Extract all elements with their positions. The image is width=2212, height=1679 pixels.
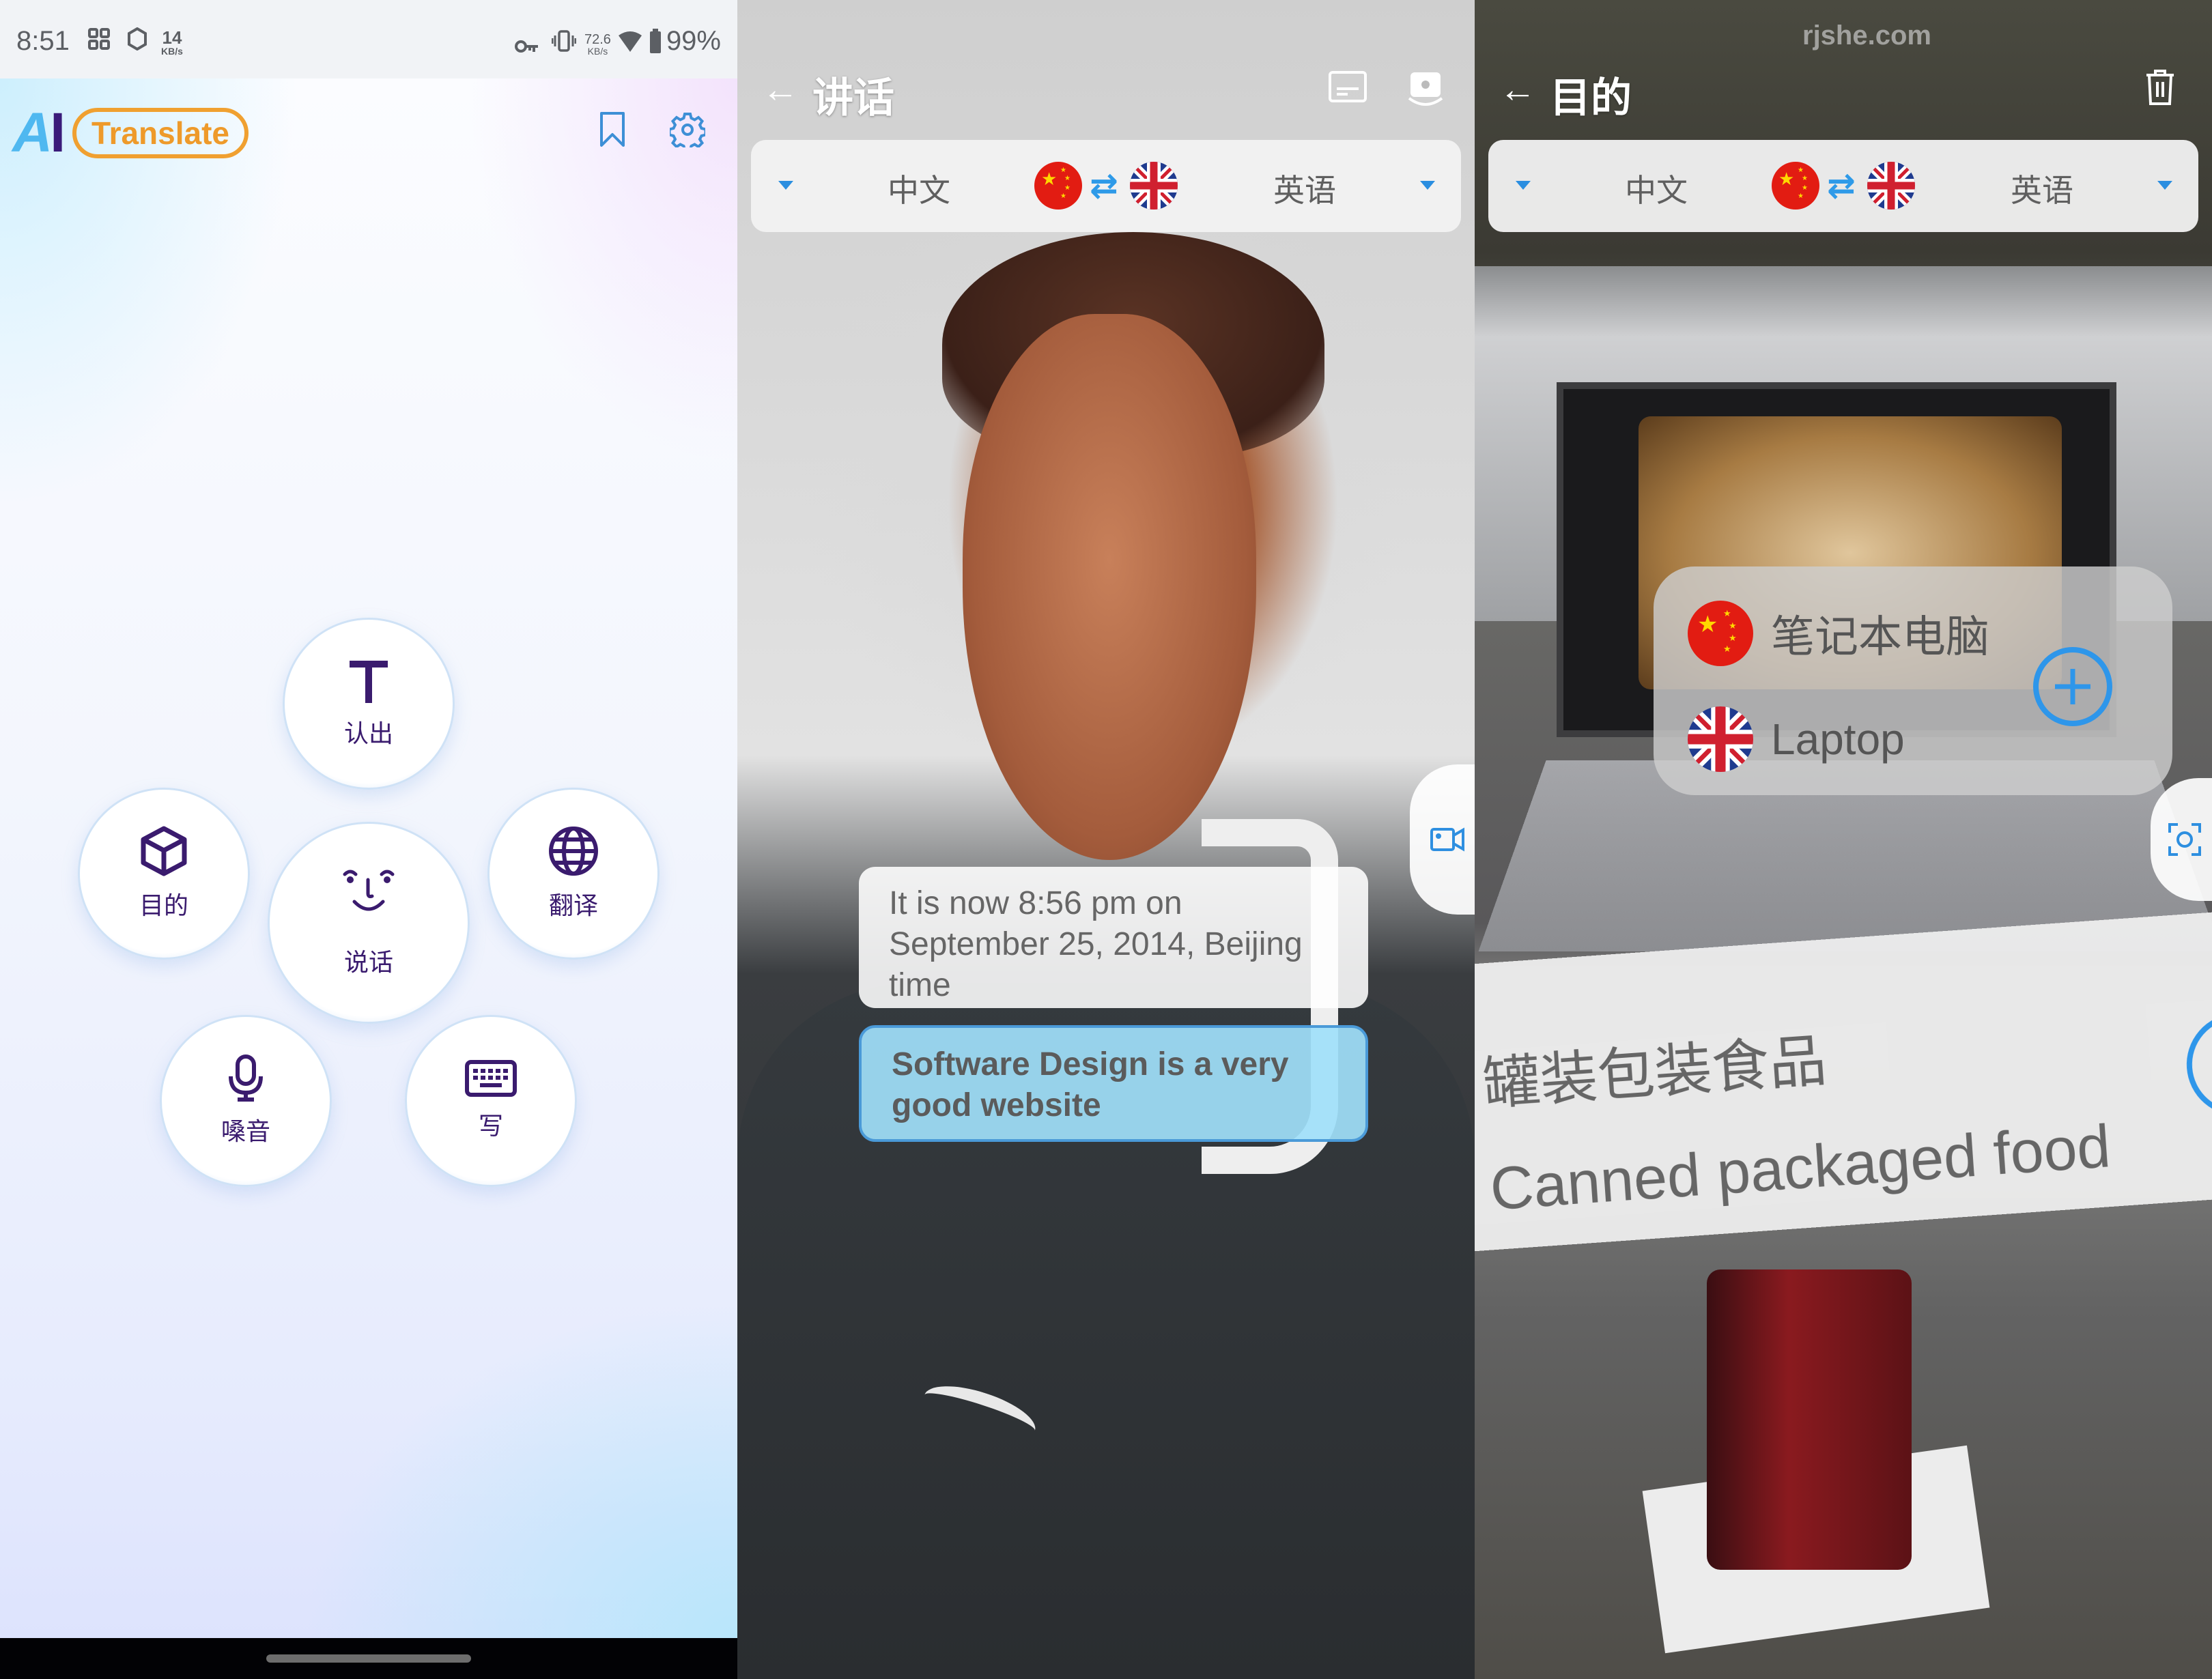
- home-gesture-handle[interactable]: [266, 1654, 471, 1663]
- language-selector-bar: 中文 ★ ★ ★ ★ ★ ⇄ 英语: [751, 140, 1461, 232]
- battery-icon: [650, 29, 661, 59]
- trash-icon: [2146, 70, 2174, 105]
- feature-label: 认出: [343, 719, 393, 747]
- subtitles-icon: [1329, 71, 1367, 102]
- detection-target-row: Laptop: [1688, 706, 1905, 772]
- keyboard-icon: [465, 1060, 517, 1097]
- talk-screen: ← 讲话 中文 ★ ★ ★ ★ ★ ⇄ 英语 It is now 8:56 pm…: [737, 0, 1475, 1679]
- china-flag-icon: ★ ★ ★ ★ ★: [1772, 162, 1819, 210]
- feature-object-button[interactable]: 目的: [78, 788, 250, 960]
- watermark: rjshe.com: [1802, 20, 1931, 51]
- net-speed-value: 72.6: [584, 32, 611, 47]
- app-logo: AI Translate: [12, 99, 249, 167]
- microphone-icon: [229, 1054, 263, 1102]
- vpn-shield-icon: [127, 27, 147, 57]
- feature-talk-button[interactable]: 说话: [268, 822, 470, 1024]
- net-speed-value: 14: [162, 27, 182, 48]
- plus-icon: [2055, 669, 2090, 704]
- logo-translate-pill: Translate: [72, 108, 249, 158]
- detection-card-canned-food: 罐装包装食品 Canned packaged food: [1475, 909, 2212, 1252]
- status-time: 8:51: [16, 26, 70, 56]
- switch-camera-icon: [1408, 72, 1443, 106]
- settings-button[interactable]: [664, 106, 711, 154]
- net-speed-unit: KB/s: [161, 46, 183, 57]
- cube-icon: [141, 826, 187, 876]
- detection-target-text: Canned packaged food: [1488, 1112, 2113, 1223]
- feature-label: 写: [478, 1112, 503, 1140]
- page-title: 讲话: [812, 75, 894, 121]
- target-language[interactable]: 英语: [2011, 166, 2073, 211]
- china-flag-icon: ★ ★ ★ ★ ★: [1688, 601, 1753, 666]
- plus-icon: [2209, 1035, 2212, 1093]
- detection-source-row: ★ ★ ★ ★ ★ 笔记本电脑: [1688, 601, 1989, 666]
- status-bar: 8:51 14 KB/s 72.6 KB/s 99%: [0, 0, 737, 78]
- source-language[interactable]: 中文: [1625, 166, 1688, 211]
- delete-button[interactable]: [2144, 68, 2187, 112]
- feature-label: 目的: [139, 891, 188, 919]
- feature-label: 说话: [343, 948, 393, 976]
- network-speed-left: 14 KB/s: [161, 29, 183, 56]
- net-speed-unit: KB/s: [587, 46, 608, 57]
- uk-flag-icon: [1130, 162, 1178, 210]
- bookmark-button[interactable]: [589, 106, 636, 154]
- translated-speech-bubble: Software Design is a very good website: [859, 1025, 1368, 1142]
- add-canned-food-button[interactable]: [2183, 1009, 2212, 1119]
- source-lang-dropdown-icon[interactable]: [778, 181, 793, 190]
- source-lang-dropdown-icon[interactable]: [1516, 181, 1531, 190]
- source-language[interactable]: 中文: [888, 166, 950, 211]
- language-selector-bar: 中文 ★ ★ ★ ★ ★ ⇄ 英语: [1488, 140, 2198, 232]
- page-title: 目的: [1550, 75, 1632, 121]
- feature-translate-button[interactable]: 翻译: [487, 788, 660, 960]
- feature-label: 翻译: [548, 891, 598, 919]
- source-speech-bubble: It is now 8:56 pm on September 25, 2014,…: [859, 867, 1368, 1008]
- target-language[interactable]: 英语: [1273, 166, 1336, 211]
- settings-icon: [670, 113, 705, 147]
- feature-label: 嗓音: [221, 1117, 270, 1145]
- uk-flag-icon: [1688, 706, 1753, 772]
- globe-icon: [549, 827, 598, 876]
- video-mode-button[interactable]: [1410, 764, 1475, 915]
- back-button[interactable]: ←: [1499, 68, 1536, 111]
- text-T-icon: [350, 661, 388, 703]
- detection-target-text: Laptop: [1771, 715, 1905, 764]
- battery-percent: 99%: [666, 26, 721, 56]
- camera-preview-can: [1707, 1269, 1912, 1570]
- key-icon: [515, 34, 539, 61]
- bookmark-icon: [600, 112, 625, 147]
- feature-write-button[interactable]: 写: [405, 1015, 577, 1187]
- detection-source-text: 罐装包装食品: [1480, 1028, 1829, 1117]
- add-laptop-button[interactable]: [2033, 647, 2112, 726]
- video-camera-icon: [1430, 827, 1464, 852]
- target-lang-dropdown-icon[interactable]: [1420, 181, 1435, 190]
- feature-recognize-button[interactable]: 认出: [283, 618, 455, 790]
- detection-source-text: 笔记本电脑: [1771, 612, 1989, 661]
- target-lang-dropdown-icon[interactable]: [2157, 181, 2172, 190]
- switch-camera-button[interactable]: [1405, 68, 1449, 112]
- camera-preview-face: [963, 314, 1256, 860]
- object-screen: rjshe.com ← 目的 中文 ★ ★ ★ ★ ★ ⇄ 英语 ★ ★ ★ ★…: [1475, 0, 2212, 1679]
- home-screen: 8:51 14 KB/s 72.6 KB/s 99% AI Translate …: [0, 0, 737, 1679]
- face-icon: [343, 870, 395, 911]
- navigation-bar: [0, 1638, 737, 1679]
- detection-card-laptop: ★ ★ ★ ★ ★ 笔记本电脑 Laptop: [1654, 566, 2172, 795]
- swap-languages-button[interactable]: ⇄: [1090, 166, 1118, 205]
- network-speed-right: 72.6 KB/s: [584, 33, 611, 56]
- feature-voice-button[interactable]: 嗓音: [160, 1015, 332, 1187]
- china-flag-icon: ★ ★ ★ ★ ★: [1034, 162, 1082, 210]
- swap-languages-button[interactable]: ⇄: [1827, 166, 1856, 205]
- subtitles-button[interactable]: [1327, 68, 1371, 112]
- home-app-area: AI Translate 认出 目的 说话 翻译 嗓音 写: [0, 78, 737, 1638]
- apps-grid-icon: [87, 27, 111, 57]
- logo-ai-mark: AI: [12, 102, 66, 164]
- uk-flag-icon: [1867, 162, 1915, 210]
- vibrate-icon: [551, 30, 577, 58]
- wifi-icon: [617, 30, 643, 59]
- back-button[interactable]: ←: [762, 68, 799, 111]
- scan-icon: [2168, 823, 2201, 856]
